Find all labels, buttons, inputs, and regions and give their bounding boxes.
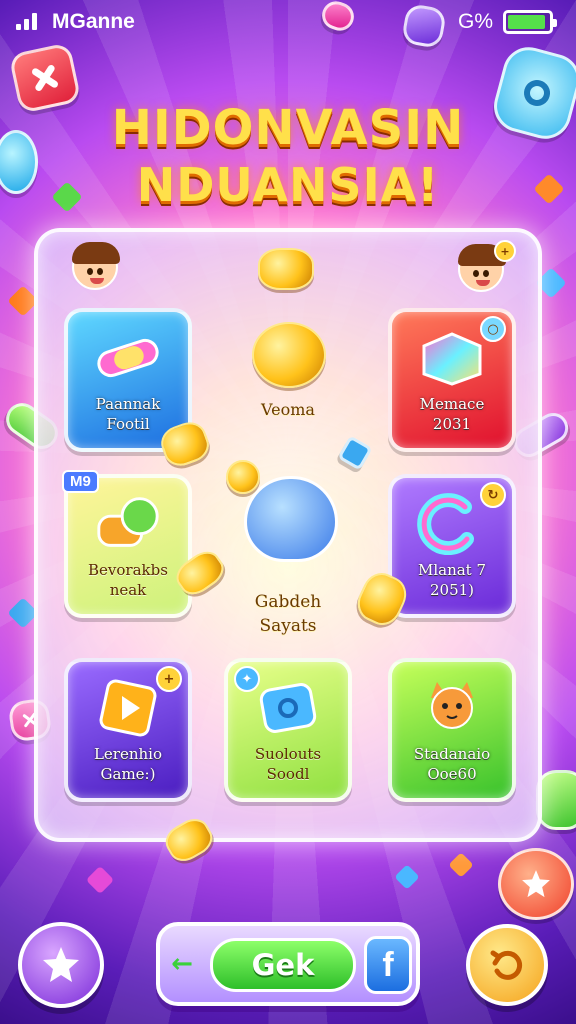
tile-6-line1: Suolouts	[254, 745, 322, 763]
game-title-line1: HIDONVASIN	[111, 100, 465, 156]
tile-2-line2: 2031	[432, 415, 472, 433]
ring-badge-icon: ○	[480, 316, 506, 342]
go-button[interactable]: Gek	[210, 938, 356, 992]
level-tile-3[interactable]: Bevorakbs neak	[64, 474, 192, 618]
signal-icon	[16, 12, 40, 30]
undo-icon	[490, 950, 523, 980]
tile-1-line2: Footil	[106, 415, 150, 433]
refresh-badge-icon: ↻	[480, 482, 506, 508]
tile-5-line2: Game:)	[100, 765, 156, 783]
plus-icon-top-right: +	[494, 240, 516, 262]
back-arrow-icon[interactable]: ←	[170, 949, 194, 979]
app-name: MGanne	[52, 10, 135, 33]
tile-3-line1: Bevorakbs	[88, 561, 168, 579]
capsule-icon	[93, 330, 163, 386]
rainbow-cube-icon	[417, 330, 487, 386]
battery-icon	[503, 10, 557, 34]
tile-2-line1: Memace	[419, 395, 485, 413]
tile-4-line1: Mlanat 7	[417, 561, 487, 579]
level-tile-4[interactable]: ↻ Mlanat 7 2051)	[388, 474, 516, 618]
blue-gem-bottom	[394, 864, 420, 890]
level-tile-6[interactable]: ✦ Suolouts Soodl	[224, 658, 352, 802]
tile-3-line2: neak	[109, 581, 147, 599]
play-icon	[93, 679, 163, 737]
cat-icon	[417, 680, 487, 736]
center-label: Gabdeh Sayats	[216, 590, 360, 638]
cannon-turtle-icon	[93, 496, 163, 552]
bottom-action-bar: ← Gek f	[156, 922, 420, 1006]
star-icon	[43, 947, 79, 982]
rainbow-ring-icon	[417, 493, 487, 555]
star-badge-icon: ✦	[234, 666, 260, 692]
tile-6-line2: Soodl	[266, 765, 310, 783]
game-title-line2: NDUANSIA!	[136, 158, 440, 212]
center-label-line2: Sayats	[259, 616, 317, 636]
orange-gem-bottom	[448, 852, 474, 878]
blue-blob-mascot	[244, 476, 338, 562]
level-badge: M9	[62, 470, 99, 493]
level-tile-5[interactable]: + Lerenhio Game:)	[64, 658, 192, 802]
tile-1-line1: Paannak	[95, 395, 161, 413]
center-top-label: Veoma	[261, 400, 315, 419]
tile-4-line2: 2051)	[429, 581, 475, 599]
battery-level	[508, 15, 546, 29]
undo-button[interactable]	[466, 924, 548, 1006]
bell-icon	[226, 460, 260, 494]
battery-text: G%	[458, 10, 494, 33]
green-drop-candy	[536, 770, 576, 830]
close-icon	[32, 65, 58, 91]
golden-pot-icon	[252, 322, 326, 388]
fish-mascot-icon	[258, 248, 314, 290]
star-candy	[498, 848, 574, 920]
facebook-share-button[interactable]: f	[364, 936, 412, 994]
plus-badge-icon: +	[156, 666, 182, 692]
star-button[interactable]	[18, 922, 104, 1008]
blue-cushion-icon	[253, 680, 323, 736]
tile-7-line2: Ooe60	[427, 765, 477, 783]
level-tile-2[interactable]: ○ Memace 2031	[388, 308, 516, 452]
level-tile-7[interactable]: Stadanaio Ooe60	[388, 658, 516, 802]
status-bar: MGanne G%	[0, 0, 576, 44]
tile-5-line1: Lerenhio	[93, 745, 163, 763]
center-label-line1: Gabdeh	[254, 592, 322, 612]
girl-avatar-left	[72, 242, 120, 290]
pink-gem-bottom	[85, 865, 115, 895]
tile-7-line1: Stadanaio	[413, 745, 491, 763]
star-icon-small	[522, 870, 550, 898]
